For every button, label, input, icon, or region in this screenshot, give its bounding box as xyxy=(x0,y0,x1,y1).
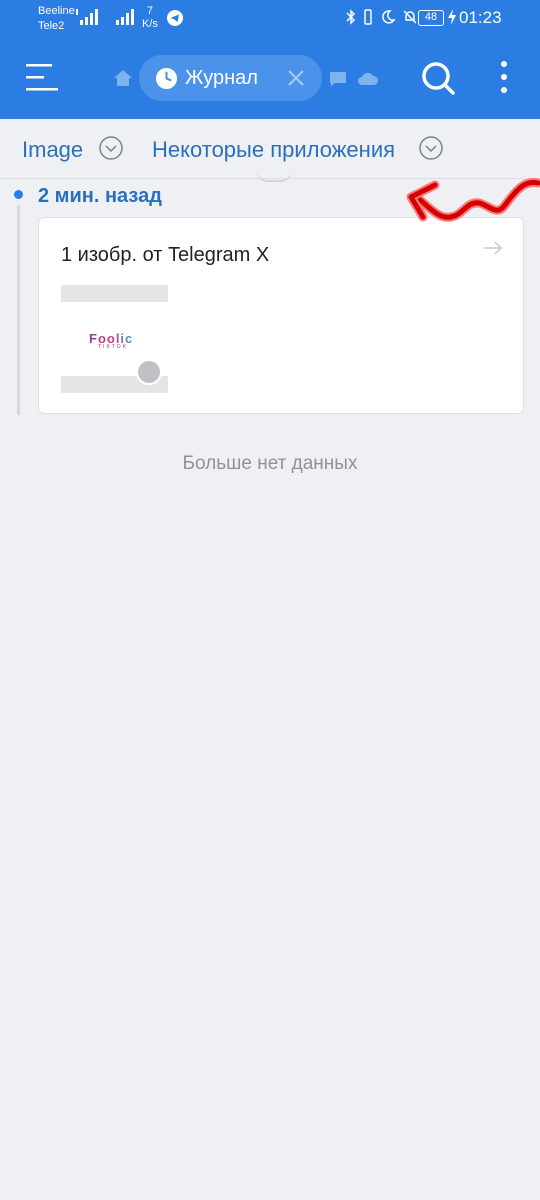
clock: 01:23 xyxy=(459,8,502,27)
speed-value: 7 xyxy=(146,5,154,17)
chat-icon[interactable] xyxy=(329,71,347,87)
signal-icon xyxy=(116,9,134,25)
tab-journal[interactable]: Журнал xyxy=(139,55,322,101)
status-icons xyxy=(346,9,418,25)
carrier-1: Beeline xyxy=(38,5,75,17)
timeline-group-label: 2 мин. назад xyxy=(38,185,162,207)
timeline-line xyxy=(17,205,20,415)
telegram-icon xyxy=(167,10,183,26)
timeline-dot xyxy=(14,190,23,199)
search-button[interactable] xyxy=(420,60,456,96)
menu-button[interactable] xyxy=(26,64,58,92)
vibrate-icon xyxy=(364,9,372,25)
cloud-icon[interactable] xyxy=(357,70,379,86)
filter-apps-dropdown[interactable]: Некоторые приложения xyxy=(152,137,395,163)
battery-indicator: 48 xyxy=(418,10,444,26)
signal-icon xyxy=(76,9,98,25)
speed-unit: K/s xyxy=(142,18,158,30)
chevron-down-icon[interactable] xyxy=(99,136,123,160)
carrier-2: Tele2 xyxy=(38,20,65,32)
mute-bell-icon xyxy=(403,10,417,24)
annotation-arrow xyxy=(406,177,540,222)
home-icon[interactable] xyxy=(113,69,133,87)
moon-icon xyxy=(382,10,396,24)
history-card[interactable]: 1 изобр. от Telegram X Foolic TIKTOK xyxy=(38,217,524,414)
more-options-button[interactable] xyxy=(494,60,514,96)
app-bar: Beeline Tele2 7 K/s 48 01:23 Журнал xyxy=(0,0,540,119)
card-title: 1 изобр. от Telegram X xyxy=(61,244,270,266)
charging-icon xyxy=(448,9,456,25)
tab-label: Журнал xyxy=(185,67,258,89)
close-icon[interactable] xyxy=(287,69,305,87)
thumbnail-overlay-dot xyxy=(136,359,162,385)
chevron-down-icon[interactable] xyxy=(419,136,443,160)
thumbnail-bar-top xyxy=(61,285,168,302)
logo-subtext: TIKTOK xyxy=(98,344,128,350)
image-thumbnail[interactable]: Foolic TIKTOK xyxy=(61,285,168,393)
pull-indicator xyxy=(256,170,292,182)
status-bar: Beeline Tele2 7 K/s 48 01:23 xyxy=(0,0,540,38)
bluetooth-icon xyxy=(346,9,356,25)
thumbnail-logo: Foolic TIKTOK xyxy=(89,331,144,351)
clock-icon xyxy=(155,67,178,90)
no-more-data-label: Больше нет данных xyxy=(182,453,358,474)
network-speed: 7 K/s xyxy=(142,5,158,31)
filter-type-dropdown[interactable]: Image xyxy=(22,137,83,163)
carrier-names: Beeline Tele2 xyxy=(38,4,75,34)
